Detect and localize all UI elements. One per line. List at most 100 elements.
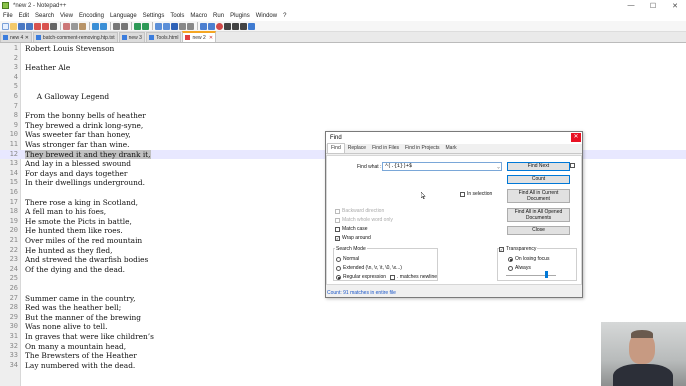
find-all-current-button[interactable]: Find All in Current Document bbox=[507, 189, 570, 203]
chevron-down-icon[interactable]: ⌄ bbox=[497, 164, 500, 171]
tab-new-4[interactable]: new 4 ✕ bbox=[0, 32, 32, 42]
editor-line[interactable]: 8 From the bonny bells of heather bbox=[0, 111, 686, 121]
tab-find[interactable]: Find bbox=[327, 143, 345, 153]
minimize-button[interactable]: — bbox=[620, 2, 642, 10]
save-all-icon[interactable] bbox=[26, 22, 33, 30]
play-macro-icon[interactable] bbox=[232, 22, 239, 30]
editor-line[interactable]: 33 The Brewsters of the Heather bbox=[0, 351, 686, 361]
normal-radio[interactable]: Normal bbox=[336, 256, 359, 262]
close-file-icon[interactable] bbox=[34, 22, 41, 30]
function-list-icon[interactable] bbox=[200, 22, 207, 30]
find-next-button[interactable]: Find Next bbox=[507, 162, 570, 171]
tab-tools-html[interactable]: Tools.html bbox=[145, 32, 182, 42]
whole-word-checkbox: Match whole word only bbox=[335, 217, 393, 223]
run-macro-multiple-icon[interactable] bbox=[240, 22, 247, 30]
menu-view[interactable]: View bbox=[57, 13, 76, 19]
find-icon[interactable] bbox=[113, 22, 120, 30]
editor-line[interactable]: 4 bbox=[0, 73, 686, 83]
editor-line[interactable]: 32 On many a mountain head, bbox=[0, 342, 686, 352]
save-macro-icon[interactable] bbox=[248, 22, 255, 30]
editor-line[interactable]: 30 Was none alive to tell. bbox=[0, 322, 686, 332]
copy-icon[interactable] bbox=[71, 22, 78, 30]
find-next-extra-checkbox[interactable] bbox=[570, 163, 577, 168]
regex-radio[interactable]: Regular expression bbox=[336, 274, 386, 280]
find-all-opened-button[interactable]: Find All in All Opened Documents bbox=[507, 208, 570, 222]
editor-line[interactable]: 6 A Galloway Legend bbox=[0, 92, 686, 102]
line-number: 29 bbox=[9, 312, 18, 321]
menu-file[interactable]: File bbox=[0, 13, 16, 19]
match-case-checkbox[interactable]: Match case bbox=[335, 226, 368, 232]
stop-macro-icon[interactable] bbox=[224, 22, 231, 30]
tab-new-3[interactable]: new 3 bbox=[118, 32, 145, 42]
always-radio[interactable]: Always bbox=[508, 265, 531, 271]
editor-line[interactable]: 3 Heather Ale bbox=[0, 63, 686, 73]
editor-line[interactable]: 5 bbox=[0, 82, 686, 92]
tab-batch-comment-removing[interactable]: batch-comment-removing.htp.txt bbox=[32, 32, 118, 42]
count-button[interactable]: Count bbox=[507, 175, 570, 184]
tab-replace[interactable]: Replace bbox=[345, 144, 369, 153]
editor-line[interactable]: 7 bbox=[0, 102, 686, 112]
in-selection-checkbox[interactable]: In selection bbox=[460, 191, 492, 197]
zoom-out-icon[interactable] bbox=[142, 22, 149, 30]
editor-line[interactable]: 34 Lay numbered with the dead. bbox=[0, 361, 686, 371]
indent-guide-icon[interactable] bbox=[187, 22, 194, 30]
menu-language[interactable]: Language bbox=[107, 13, 140, 19]
paste-icon[interactable] bbox=[79, 22, 86, 30]
tab-new-2[interactable]: new 2 ✕ bbox=[182, 31, 217, 42]
find-what-input[interactable]: ^(.{1})+$ ⌄ bbox=[382, 162, 502, 171]
replace-icon[interactable] bbox=[121, 22, 128, 30]
close-window-button[interactable]: ✕ bbox=[664, 2, 686, 10]
word-wrap-icon[interactable] bbox=[171, 22, 178, 30]
menu-plugins[interactable]: Plugins bbox=[227, 13, 253, 19]
transparency-slider-track[interactable] bbox=[506, 275, 556, 276]
matches-newline-checkbox[interactable]: . matches newline bbox=[390, 274, 437, 280]
menu-search[interactable]: Search bbox=[32, 13, 57, 19]
close-tab-icon[interactable]: ✕ bbox=[209, 35, 213, 41]
menu-tools[interactable]: Tools bbox=[167, 13, 187, 19]
line-number: 31 bbox=[9, 332, 18, 340]
menu-macro[interactable]: Macro bbox=[187, 13, 210, 19]
record-macro-icon[interactable] bbox=[216, 22, 223, 30]
cut-icon[interactable] bbox=[63, 22, 70, 30]
line-text: The Brewsters of the Heather bbox=[25, 351, 137, 361]
sync-horizontal-icon[interactable] bbox=[163, 22, 170, 30]
transparency-slider-thumb[interactable] bbox=[545, 271, 548, 278]
save-icon[interactable] bbox=[18, 22, 25, 30]
editor-line[interactable]: 9 They brewed a drink long-syne, bbox=[0, 121, 686, 131]
editor-line[interactable]: 31 In graves that were like children’s bbox=[0, 332, 686, 342]
tab-find-in-files[interactable]: Find in Files bbox=[369, 144, 402, 153]
line-text: He hunted them like roes. bbox=[25, 226, 123, 236]
redo-icon[interactable] bbox=[100, 22, 107, 30]
tab-find-in-projects[interactable]: Find in Projects bbox=[402, 144, 442, 153]
close-button[interactable]: Close bbox=[507, 226, 570, 235]
new-file-icon[interactable] bbox=[2, 22, 9, 30]
undo-icon[interactable] bbox=[92, 22, 99, 30]
menu-settings[interactable]: Settings bbox=[140, 13, 168, 19]
extended-radio[interactable]: Extended (\n, \r, \t, \0, \x...) bbox=[336, 265, 402, 271]
menu-edit[interactable]: Edit bbox=[16, 13, 32, 19]
open-folder-icon[interactable] bbox=[10, 22, 17, 30]
wrap-around-checkbox[interactable]: ✓ Wrap around bbox=[335, 235, 371, 241]
menu-run[interactable]: Run bbox=[210, 13, 227, 19]
print-icon[interactable] bbox=[50, 22, 57, 30]
menu-help[interactable]: ? bbox=[280, 13, 289, 19]
sync-vertical-icon[interactable] bbox=[155, 22, 162, 30]
editor-line[interactable]: 28 Red was the heather bell; bbox=[0, 303, 686, 313]
editor-line[interactable]: 2 bbox=[0, 54, 686, 64]
line-text: He hunted as they fled, bbox=[25, 245, 113, 255]
transparency-checkbox[interactable]: ✓ Transparency bbox=[499, 246, 538, 252]
show-all-chars-icon[interactable] bbox=[179, 22, 186, 30]
menu-window[interactable]: Window bbox=[253, 13, 280, 19]
toolbar-separator bbox=[152, 22, 153, 30]
editor-line[interactable]: 29 But the manner of the brewing bbox=[0, 313, 686, 323]
menu-encoding[interactable]: Encoding bbox=[76, 13, 107, 19]
maximize-button[interactable]: ☐ bbox=[642, 2, 664, 10]
dialog-close-button[interactable]: ✕ bbox=[571, 133, 581, 142]
editor-line[interactable]: 1 Robert Louis Stevenson bbox=[0, 44, 686, 54]
zoom-in-icon[interactable] bbox=[134, 22, 141, 30]
on-losing-focus-radio[interactable]: On losing focus bbox=[508, 256, 549, 262]
folder-workspace-icon[interactable] bbox=[208, 22, 215, 30]
toolbar bbox=[0, 21, 686, 32]
close-all-icon[interactable] bbox=[42, 22, 49, 30]
tab-mark[interactable]: Mark bbox=[443, 144, 460, 153]
